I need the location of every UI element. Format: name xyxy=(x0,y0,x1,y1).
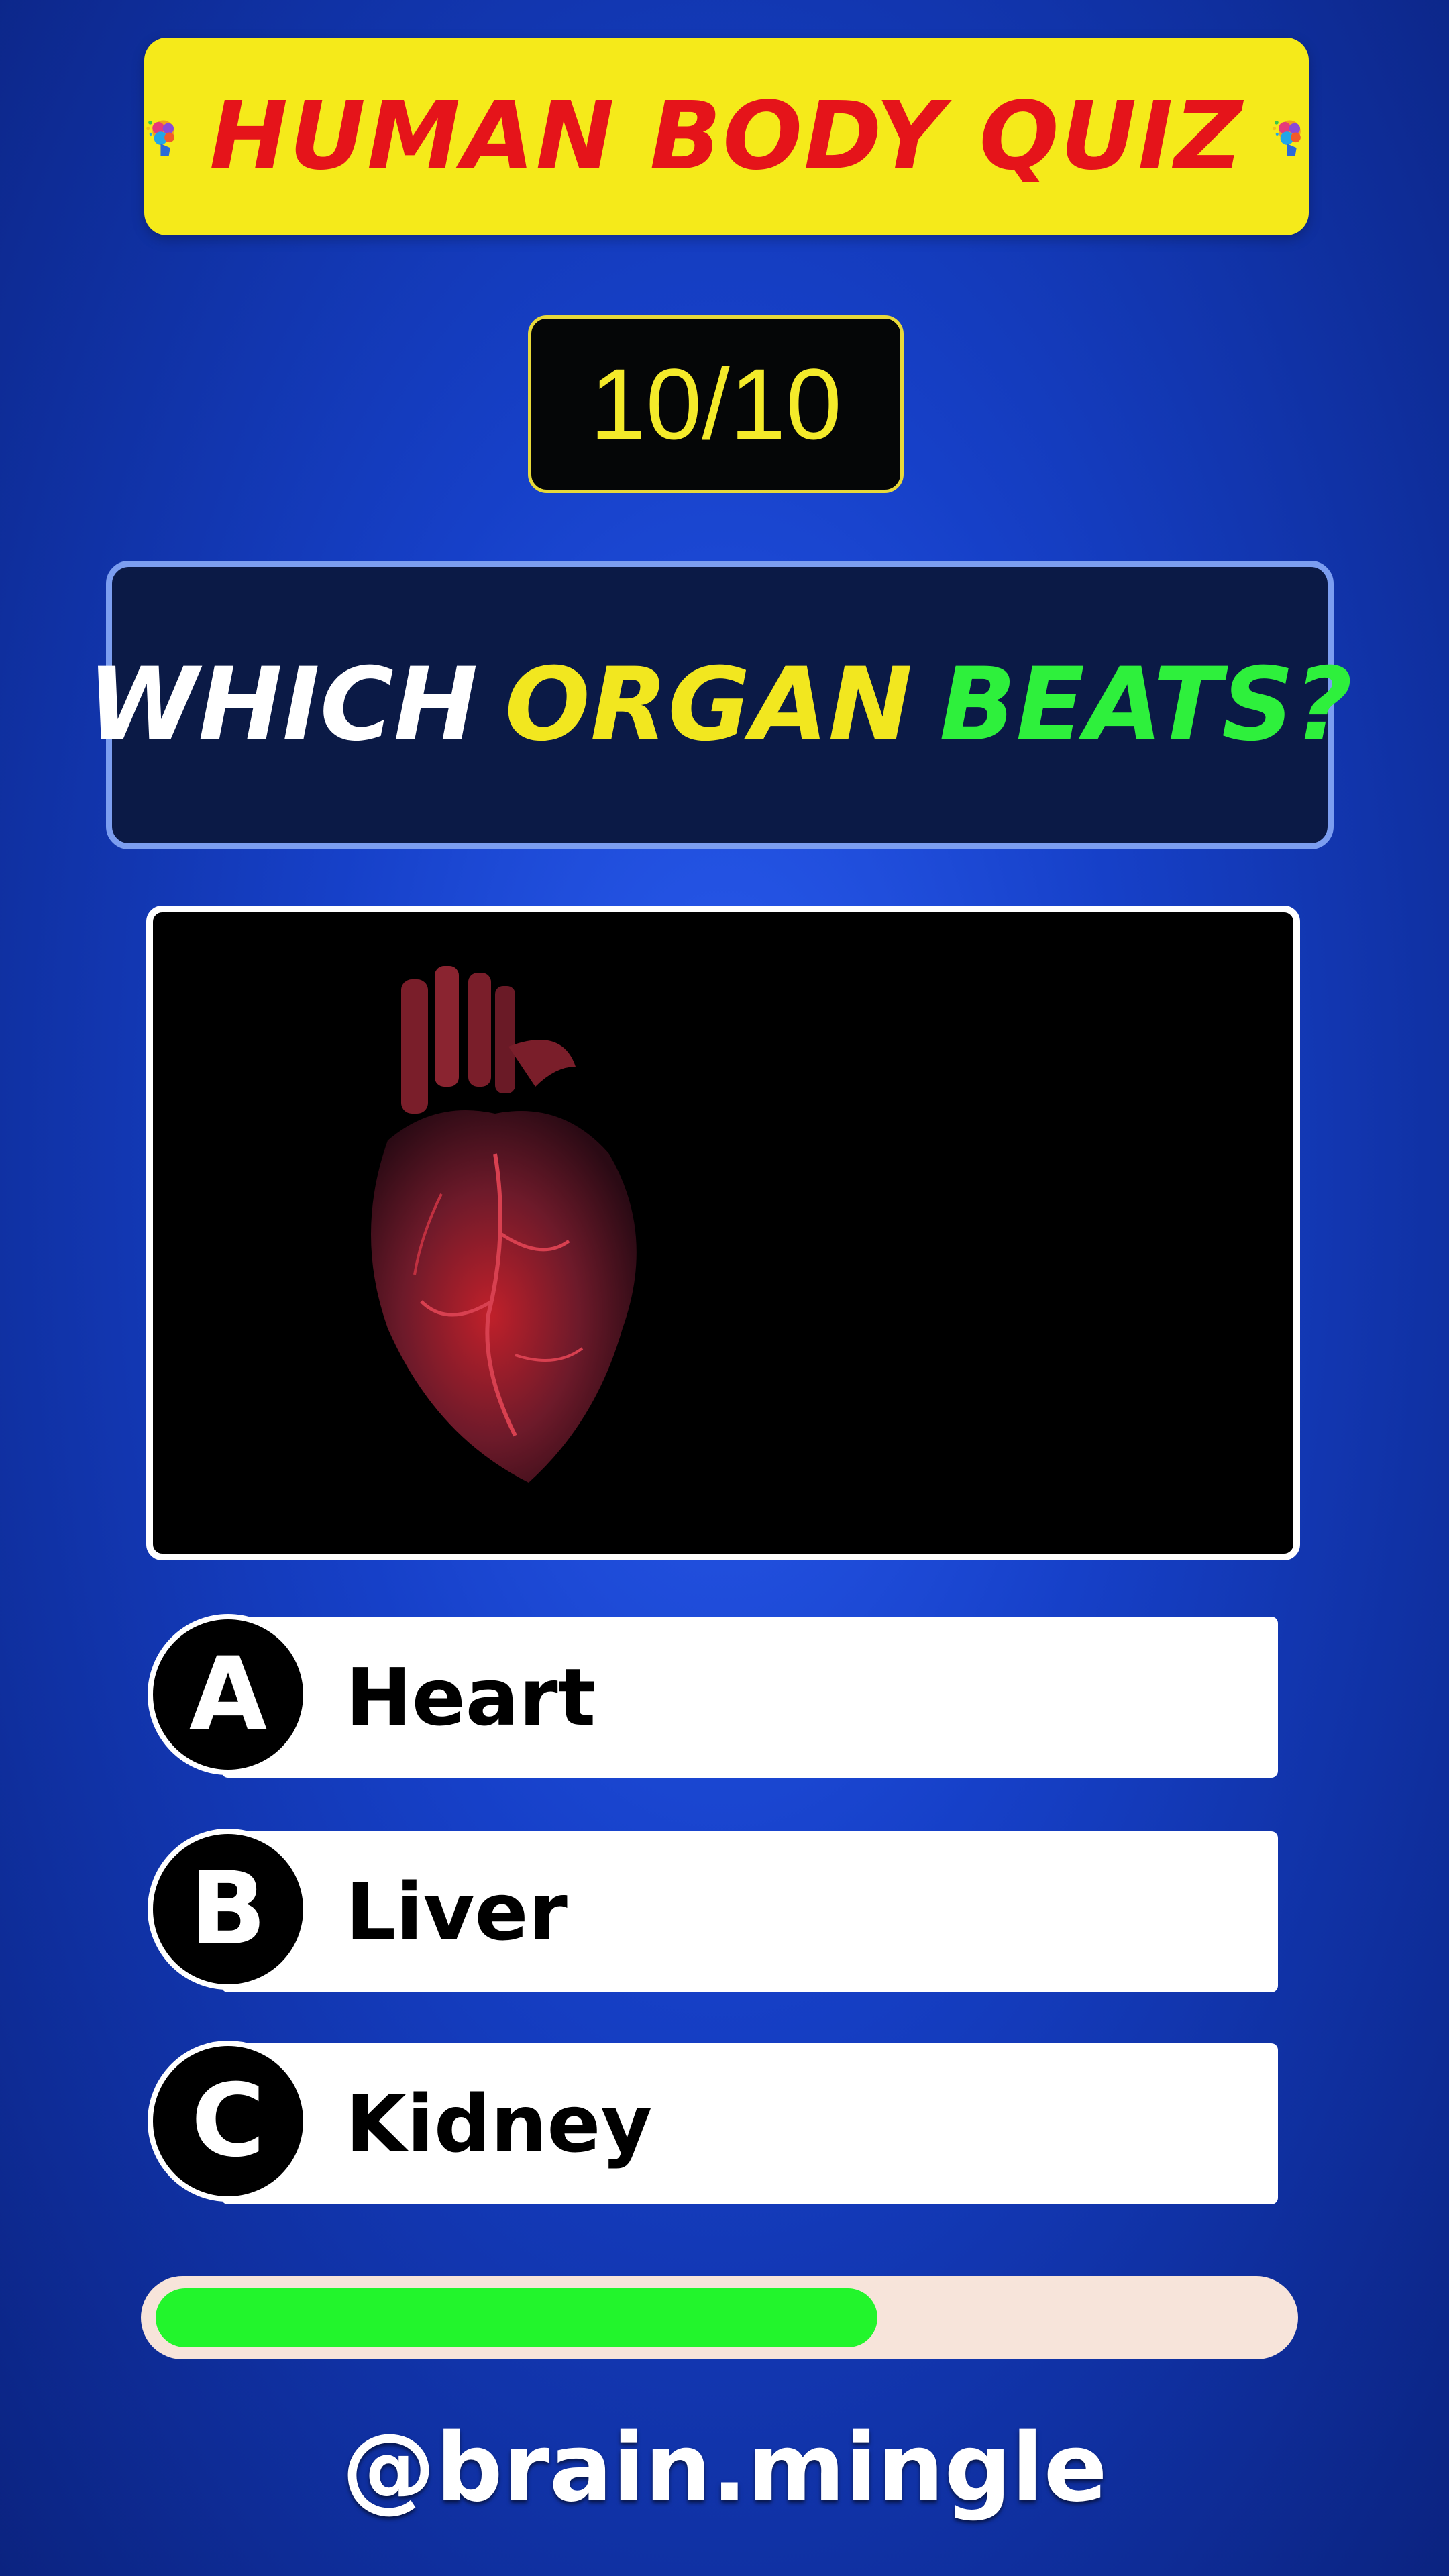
question-box: WHICH ORGAN BEATS? xyxy=(87,561,1352,849)
option-label: Liver xyxy=(345,1866,568,1958)
option-a[interactable]: A Heart xyxy=(148,1614,1278,1778)
question-word-2: ORGAN xyxy=(504,647,913,763)
option-label: Heart xyxy=(345,1651,596,1743)
title-banner: HUMAN BODY QUIZ xyxy=(144,38,1309,235)
question-image xyxy=(146,906,1300,1560)
question-counter: 10/10 xyxy=(528,315,904,493)
heart-icon xyxy=(371,966,637,1483)
brain-icon xyxy=(146,120,174,156)
option-letter-badge: B xyxy=(148,1829,309,1990)
option-label: Kidney xyxy=(345,2078,653,2170)
quiz-title: HUMAN BODY QUIZ xyxy=(209,82,1244,191)
question-word-1: WHICH xyxy=(87,647,478,763)
creator-handle: @brain.mingle xyxy=(341,2414,1108,2523)
option-b[interactable]: B Liver xyxy=(148,1829,1278,1992)
question-word-3: BEATS? xyxy=(939,647,1353,763)
option-letter-badge: C xyxy=(148,2041,309,2202)
timer-progress-fill xyxy=(156,2288,877,2347)
option-letter-badge: A xyxy=(148,1614,309,1775)
brain-icon xyxy=(1273,120,1301,156)
timer-progress-bar xyxy=(141,2276,1298,2359)
option-c[interactable]: C Kidney xyxy=(148,2041,1278,2204)
